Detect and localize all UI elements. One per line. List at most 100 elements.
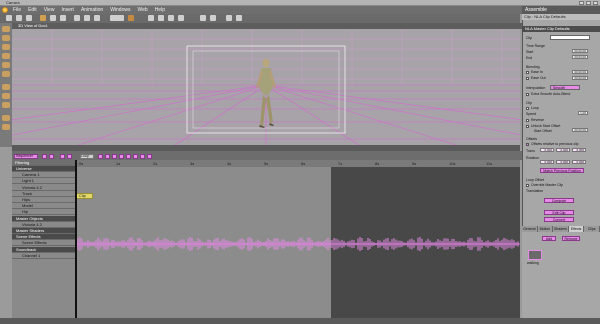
bank-tool-icon[interactable]: [2, 71, 10, 77]
ease-out-input[interactable]: 00:00:00: [572, 76, 588, 80]
track-row[interactable]: Channel 1: [12, 253, 76, 259]
camera-icon[interactable]: [50, 15, 56, 21]
goto-start-button[interactable]: [60, 154, 65, 159]
clip-thumbnail[interactable]: [528, 250, 542, 260]
cube-icon[interactable]: [84, 15, 90, 21]
loop-checkbox[interactable]: [526, 107, 529, 110]
unlink-icon[interactable]: [236, 15, 242, 21]
menu-view[interactable]: View: [44, 6, 55, 14]
track-row[interactable]: Hips: [12, 197, 76, 203]
loop-toggle[interactable]: Loop: [80, 154, 94, 159]
ik-icon[interactable]: [210, 15, 216, 21]
dolly-tool-icon[interactable]: [2, 44, 10, 50]
menu-animation[interactable]: Animation: [81, 6, 103, 14]
plant-icon[interactable]: [158, 15, 164, 21]
track-row[interactable]: Light 1: [12, 178, 76, 185]
track-group[interactable]: Universe: [12, 166, 76, 172]
track-group[interactable]: Scene Effects: [12, 234, 76, 241]
magnify-tool-icon[interactable]: [2, 124, 10, 130]
ease-in-input[interactable]: 00:00:00: [572, 70, 588, 74]
text-icon[interactable]: [178, 15, 184, 21]
unlock-offset-checkbox[interactable]: [526, 125, 529, 128]
override-master-checkbox[interactable]: [526, 184, 529, 187]
snap-button[interactable]: [147, 154, 152, 159]
link-icon[interactable]: [226, 15, 232, 21]
clip-name-field[interactable]: [550, 35, 590, 40]
rotate-tool-icon[interactable]: [16, 15, 22, 21]
bone-icon[interactable]: [200, 15, 206, 21]
paint-tool-icon[interactable]: [2, 102, 10, 108]
menu-insert[interactable]: Insert: [61, 6, 74, 14]
trans-y-input[interactable]: 0.000: [556, 148, 570, 152]
library-remove-button[interactable]: Remove: [562, 236, 580, 241]
track-group[interactable]: Soundtrack: [12, 246, 76, 253]
eyedropper-tool-icon[interactable]: [2, 93, 10, 99]
key-button[interactable]: [42, 154, 47, 159]
extra-smooth-checkbox[interactable]: [526, 93, 529, 96]
scrub-button[interactable]: [133, 154, 138, 159]
menu-help[interactable]: Help: [155, 6, 165, 14]
track-tool-icon[interactable]: [2, 53, 10, 59]
cone-icon[interactable]: [94, 15, 100, 21]
track-row[interactable]: Hip: [12, 209, 76, 216]
pan-tool-icon[interactable]: [2, 35, 10, 41]
figure-icon[interactable]: [128, 15, 134, 21]
menu-windows[interactable]: Windows: [110, 6, 130, 14]
play-button[interactable]: [98, 154, 103, 159]
goto-end-button[interactable]: [119, 154, 124, 159]
nla-clip[interactable]: Clip: [76, 193, 93, 199]
track-row[interactable]: Victoria 4.2: [12, 222, 76, 228]
room-title[interactable]: Assemble: [522, 6, 600, 14]
track-row[interactable]: Scene Effects: [12, 240, 76, 247]
track-group[interactable]: Master Shaders: [12, 228, 76, 234]
zoom-tool-icon[interactable]: [2, 62, 10, 68]
render-icon[interactable]: [40, 15, 46, 21]
terrain-icon[interactable]: [148, 15, 154, 21]
menu-file[interactable]: File: [13, 6, 21, 14]
hand-tool-icon[interactable]: [2, 115, 10, 121]
track-group[interactable]: Master Objects: [12, 215, 76, 222]
menu-web[interactable]: Web: [137, 6, 147, 14]
speed-input[interactable]: 1.00: [578, 111, 588, 115]
convert-button[interactable]: Convert: [544, 217, 574, 222]
move-tool-icon[interactable]: [6, 15, 12, 21]
track-row[interactable]: Victoria 4.2: [12, 185, 76, 191]
start-offset-input[interactable]: 00:00:00: [572, 128, 588, 132]
rot-x-input[interactable]: 0.000: [540, 160, 554, 164]
ease-out-checkbox[interactable]: [526, 77, 529, 80]
menu-edit[interactable]: Edit: [28, 6, 37, 14]
sphere-icon[interactable]: [74, 15, 80, 21]
timeline-playhead[interactable]: [75, 160, 77, 318]
rot-z-input[interactable]: 0.000: [572, 160, 586, 164]
record-button[interactable]: [126, 154, 131, 159]
match-position-button[interactable]: Match Previous Position: [540, 168, 584, 173]
start-input[interactable]: 00:00:00: [572, 49, 588, 53]
offsets-relative-checkbox[interactable]: [526, 143, 529, 146]
sequencer-dropdown[interactable]: Sequencer: [14, 154, 38, 159]
scale-tool-icon[interactable]: [26, 15, 32, 21]
next-frame-button[interactable]: [112, 154, 117, 159]
light-icon[interactable]: [60, 15, 66, 21]
cloud-icon[interactable]: [168, 15, 174, 21]
ease-in-checkbox[interactable]: [526, 71, 529, 74]
interpolation-dropdown[interactable]: Smooth: [550, 85, 580, 90]
reverse-checkbox[interactable]: [526, 119, 529, 122]
timeline-ruler[interactable]: 0s 1s 2s 3s 4s 5s 6s 7s 8s 9s 10s 11s: [75, 160, 520, 167]
grab-tool-icon[interactable]: [2, 84, 10, 90]
trans-x-input[interactable]: 0.000: [540, 148, 554, 152]
track-row[interactable]: Model: [12, 203, 76, 210]
panel-section-title[interactable]: NLA Master Clip Defaults: [522, 26, 600, 32]
prev-frame-button[interactable]: [67, 154, 72, 159]
tween-button[interactable]: [49, 154, 54, 159]
end-input[interactable]: 00:03:00: [572, 55, 588, 59]
edit-clip-button[interactable]: Edit Clip: [544, 210, 574, 215]
trans-z-input[interactable]: 0.000: [572, 148, 586, 152]
rot-y-input[interactable]: 0.000: [556, 160, 570, 164]
select-tool-icon[interactable]: [2, 26, 10, 32]
maximize-button[interactable]: [586, 1, 591, 5]
close-button[interactable]: [593, 1, 598, 5]
minimize-button[interactable]: [579, 1, 584, 5]
track-row[interactable]: Track: [12, 191, 76, 197]
library-add-button[interactable]: Add: [542, 236, 556, 241]
zoom-field[interactable]: [110, 15, 124, 21]
